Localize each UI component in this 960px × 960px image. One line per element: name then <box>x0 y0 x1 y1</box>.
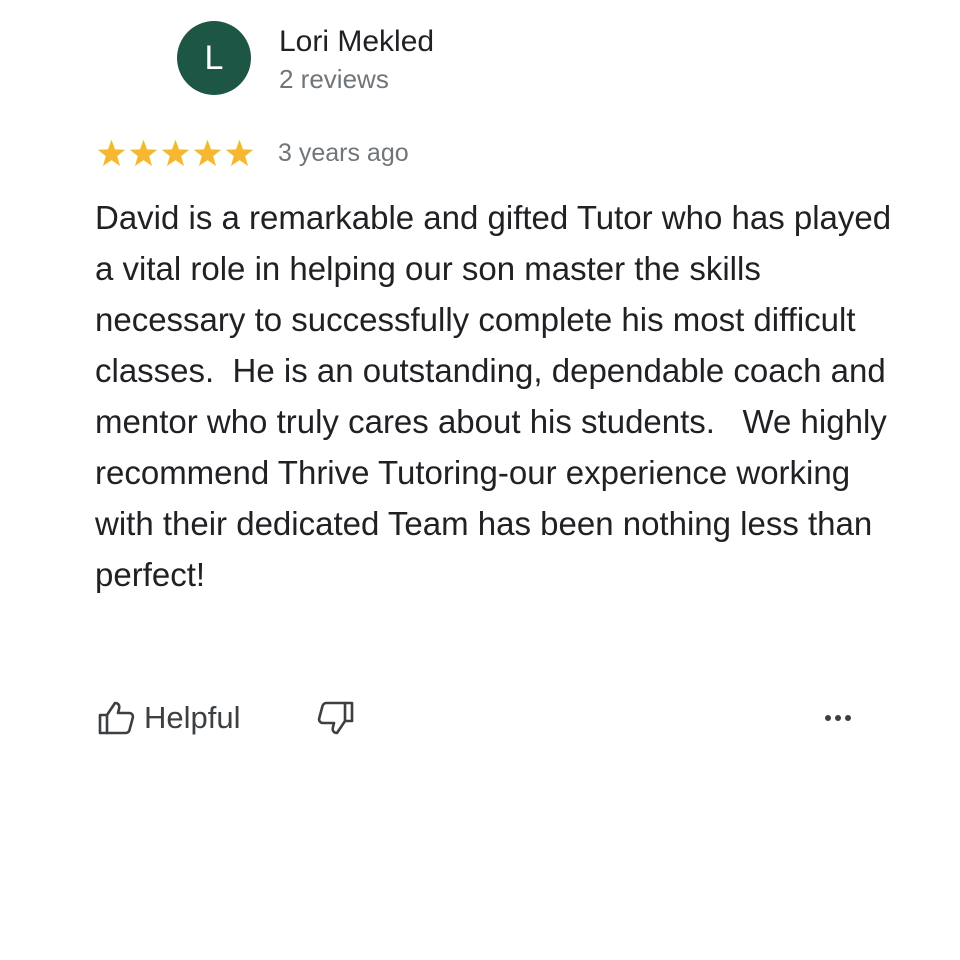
star-icon <box>193 139 222 166</box>
star-icon <box>97 139 126 166</box>
helpful-button[interactable]: Helpful <box>96 696 241 740</box>
star-icon <box>225 139 254 166</box>
more-options-button[interactable] <box>818 700 858 736</box>
avatar[interactable]: L <box>177 21 251 95</box>
star-icon <box>129 139 158 166</box>
star-icon <box>161 139 190 166</box>
review-date: 3 years ago <box>278 139 409 167</box>
reviewer-name[interactable]: Lori Mekled <box>279 24 434 60</box>
review-card: L Lori Mekled 2 reviews 3 years ago Davi… <box>0 0 960 960</box>
not-helpful-button[interactable] <box>316 698 356 738</box>
more-options-icon <box>825 715 851 721</box>
thumb-up-icon <box>98 701 135 735</box>
thumb-down-icon <box>317 701 354 735</box>
star-rating <box>96 138 255 169</box>
helpful-label: Helpful <box>144 700 241 735</box>
review-text: David is a remarkable and gifted Tutor w… <box>95 199 901 593</box>
review-count: 2 reviews <box>279 64 389 94</box>
rating-row: 3 years ago <box>96 136 409 170</box>
review-actions: Helpful <box>96 696 856 740</box>
